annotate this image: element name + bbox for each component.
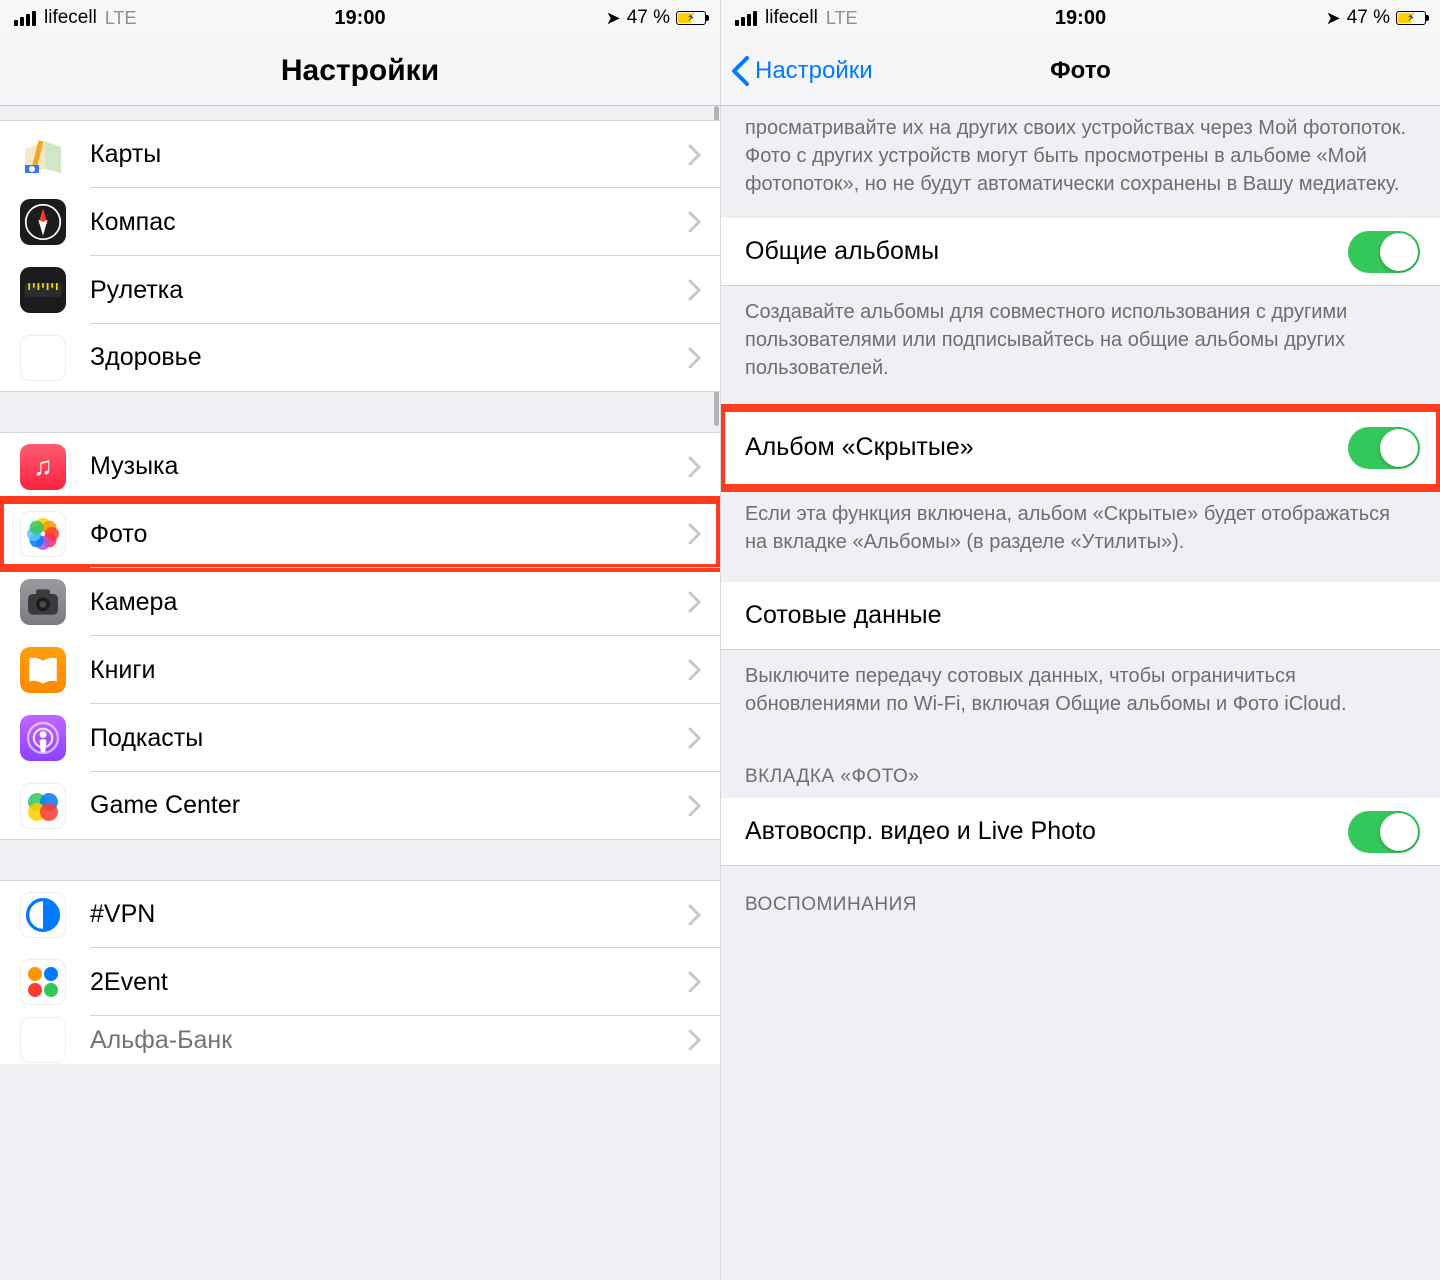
list-item-label: 2Event bbox=[90, 968, 688, 997]
signal-icon bbox=[735, 11, 757, 26]
carrier-label: lifecell bbox=[44, 7, 97, 29]
signal-icon bbox=[14, 11, 36, 26]
settings-item-camera[interactable]: Камера bbox=[0, 568, 720, 636]
clock: 19:00 bbox=[334, 7, 385, 30]
2event-app-icon bbox=[20, 959, 66, 1005]
nav-bar: Настройки Фото bbox=[721, 36, 1440, 106]
compass-icon bbox=[20, 199, 66, 245]
photos-settings-list[interactable]: просматривайте их на других своих устрой… bbox=[721, 106, 1440, 1280]
autoplay-label: Автовоспр. видео и Live Photo bbox=[745, 817, 1348, 846]
hidden-album-footer: Если эта функция включена, альбом «Скрыт… bbox=[721, 488, 1440, 576]
chevron-right-icon bbox=[688, 144, 702, 166]
status-bar: lifecell LTE 19:00 ➤ 47 % ⚡︎ bbox=[721, 0, 1440, 36]
list-item-label: Game Center bbox=[90, 791, 688, 820]
location-icon: ➤ bbox=[1326, 8, 1341, 29]
chevron-right-icon bbox=[688, 523, 702, 545]
settings-item-2event[interactable]: 2Event bbox=[0, 948, 720, 1016]
chevron-right-icon bbox=[688, 795, 702, 817]
battery-icon: ⚡︎ bbox=[676, 11, 706, 25]
back-button[interactable]: Настройки bbox=[729, 55, 873, 87]
cellular-data-label: Сотовые данные bbox=[745, 601, 1420, 630]
shared-albums-footer: Создавайте альбомы для совместного испол… bbox=[721, 286, 1440, 402]
settings-item-health[interactable]: ♥ Здоровье bbox=[0, 324, 720, 392]
list-item-label: #VPN bbox=[90, 900, 688, 929]
gamecenter-icon bbox=[20, 783, 66, 829]
memories-header: ВОСПОМИНАНИЯ bbox=[721, 866, 1440, 926]
list-item-label: Книги bbox=[90, 656, 688, 685]
heart-icon: ♥ bbox=[20, 335, 66, 381]
settings-list[interactable]: Карты Компас Рулетка ♥ bbox=[0, 106, 720, 1280]
settings-screen: lifecell LTE 19:00 ➤ 47 % ⚡︎ Настройки К… bbox=[0, 0, 720, 1280]
settings-item-alpha[interactable]: А Альфа-Банк bbox=[0, 1016, 720, 1064]
list-item-label: Камера bbox=[90, 588, 688, 617]
list-item-label: Подкасты bbox=[90, 724, 688, 753]
chevron-right-icon bbox=[688, 727, 702, 749]
shared-albums-label: Общие альбомы bbox=[745, 237, 1348, 266]
battery-percent: 47 % bbox=[627, 7, 670, 29]
settings-item-compass[interactable]: Компас bbox=[0, 188, 720, 256]
back-label: Настройки bbox=[755, 57, 873, 85]
chevron-right-icon bbox=[688, 211, 702, 233]
cellular-data-footer: Выключите передачу сотовых данных, чтобы… bbox=[721, 650, 1440, 738]
photos-tab-header: ВКЛАДКА «ФОТО» bbox=[721, 738, 1440, 798]
chevron-right-icon bbox=[688, 904, 702, 926]
chevron-right-icon bbox=[688, 971, 702, 993]
hidden-album-label: Альбом «Скрытые» bbox=[745, 433, 1348, 462]
photos-settings-screen: lifecell LTE 19:00 ➤ 47 % ⚡︎ Настройки Ф… bbox=[720, 0, 1440, 1280]
shared-albums-toggle[interactable] bbox=[1348, 231, 1420, 273]
list-item-label: Карты bbox=[90, 140, 688, 169]
settings-item-gamecenter[interactable]: Game Center bbox=[0, 772, 720, 840]
settings-item-podcasts[interactable]: Подкасты bbox=[0, 704, 720, 772]
page-title: Фото bbox=[1050, 57, 1111, 85]
photos-icon bbox=[20, 511, 66, 557]
list-item-label: Альфа-Банк bbox=[90, 1026, 688, 1055]
network-label: LTE bbox=[826, 8, 858, 29]
cellular-data-row[interactable]: Сотовые данные bbox=[721, 582, 1440, 650]
books-icon bbox=[20, 647, 66, 693]
list-item-label: Компас bbox=[90, 208, 688, 237]
maps-icon bbox=[20, 132, 66, 178]
photostream-footer: просматривайте их на других своих устрой… bbox=[721, 106, 1440, 218]
hidden-album-toggle[interactable] bbox=[1348, 427, 1420, 469]
location-icon: ➤ bbox=[606, 8, 621, 29]
settings-item-vpn[interactable]: #VPN bbox=[0, 880, 720, 948]
chevron-right-icon bbox=[688, 347, 702, 369]
shared-albums-row[interactable]: Общие альбомы bbox=[721, 218, 1440, 286]
battery-icon: ⚡︎ bbox=[1396, 11, 1426, 25]
settings-item-measure[interactable]: Рулетка bbox=[0, 256, 720, 324]
settings-item-music[interactable]: ♫ Музыка bbox=[0, 432, 720, 500]
alpha-app-icon: А bbox=[20, 1017, 66, 1063]
autoplay-row[interactable]: Автовоспр. видео и Live Photo bbox=[721, 798, 1440, 866]
list-item-label: Музыка bbox=[90, 452, 688, 481]
podcasts-icon bbox=[20, 715, 66, 761]
settings-item-books[interactable]: Книги bbox=[0, 636, 720, 704]
autoplay-toggle[interactable] bbox=[1348, 811, 1420, 853]
chevron-right-icon bbox=[688, 591, 702, 613]
network-label: LTE bbox=[105, 8, 137, 29]
chevron-right-icon bbox=[688, 1029, 702, 1051]
chevron-right-icon bbox=[688, 279, 702, 301]
hidden-album-row[interactable]: Альбом «Скрытые» bbox=[721, 408, 1440, 488]
nav-bar: Настройки bbox=[0, 36, 720, 106]
chevron-right-icon bbox=[688, 659, 702, 681]
music-icon: ♫ bbox=[20, 444, 66, 490]
status-bar: lifecell LTE 19:00 ➤ 47 % ⚡︎ bbox=[0, 0, 720, 36]
settings-item-photos[interactable]: Фото bbox=[0, 500, 720, 568]
clock: 19:00 bbox=[1055, 7, 1106, 30]
settings-item-maps[interactable]: Карты bbox=[0, 120, 720, 188]
chevron-right-icon bbox=[688, 456, 702, 478]
list-item-label: Рулетка bbox=[90, 276, 688, 305]
page-title: Настройки bbox=[281, 54, 439, 88]
vpn-app-icon bbox=[20, 892, 66, 938]
list-item-label: Здоровье bbox=[90, 343, 688, 372]
battery-percent: 47 % bbox=[1347, 7, 1390, 29]
camera-icon bbox=[20, 579, 66, 625]
list-item-label: Фото bbox=[90, 520, 688, 549]
carrier-label: lifecell bbox=[765, 7, 818, 29]
ruler-icon bbox=[20, 267, 66, 313]
